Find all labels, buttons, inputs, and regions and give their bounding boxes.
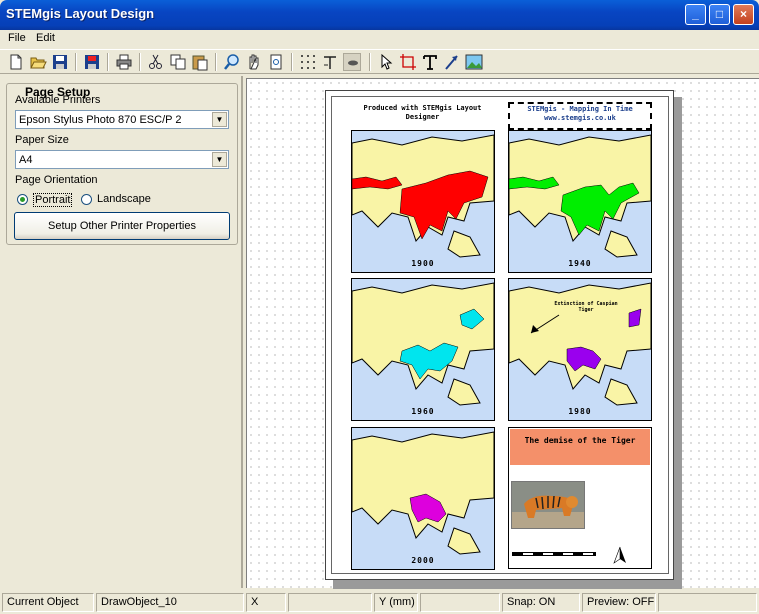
left-panel: Page Setup Available Printers Epson Styl… xyxy=(0,76,243,588)
map-year: 1900 xyxy=(411,259,435,268)
info-title[interactable]: The demise of the Tiger xyxy=(510,429,650,465)
map-annotation[interactable]: Extinction of Caspian Tiger xyxy=(551,301,621,313)
orientation-label: Page Orientation xyxy=(15,174,98,186)
status-bar: Current Object DrawObject_10 X (mm) Y (m… xyxy=(0,591,759,614)
preview-icon[interactable] xyxy=(343,53,361,71)
preview-status: Preview: OFF xyxy=(582,593,656,612)
grid-icon[interactable] xyxy=(299,53,317,71)
menu-edit[interactable]: Edit xyxy=(36,32,55,44)
map-year: 1980 xyxy=(568,407,592,416)
maximize-icon[interactable]: □ xyxy=(709,4,730,25)
asia-map-icon xyxy=(352,282,494,406)
pan-icon[interactable] xyxy=(245,53,263,71)
copy-icon[interactable] xyxy=(169,53,187,71)
paper-size-label: Paper Size xyxy=(15,134,69,146)
current-object-value: DrawObject_10 xyxy=(96,593,244,612)
printer-select[interactable]: Epson Stylus Photo 870 ESC/P 2 ▼ xyxy=(15,110,229,129)
current-object-label: Current Object xyxy=(2,593,94,612)
chevron-down-icon[interactable]: ▼ xyxy=(212,112,227,127)
map-year: 1940 xyxy=(568,259,592,268)
menu-bar: File Edit xyxy=(0,30,759,48)
zoom-icon[interactable] xyxy=(223,53,241,71)
y-value xyxy=(420,593,500,612)
select-icon[interactable] xyxy=(377,53,395,71)
portrait-label[interactable]: Portrait xyxy=(33,193,73,207)
scale-bar[interactable] xyxy=(512,552,596,556)
map-year: 1960 xyxy=(411,407,435,416)
map-panel[interactable]: 2000 xyxy=(351,427,495,570)
map-panel[interactable]: 1940 xyxy=(508,130,652,273)
map-panel[interactable]: 1960 xyxy=(351,278,495,421)
portrait-radio[interactable] xyxy=(17,194,28,205)
asia-map-icon xyxy=(509,134,651,258)
x-label: X (mm) xyxy=(246,593,286,614)
tiger-photo[interactable] xyxy=(511,481,585,529)
asia-map-icon xyxy=(352,134,494,258)
printers-label: Available Printers xyxy=(15,94,101,106)
image-icon[interactable] xyxy=(465,53,483,71)
print-icon[interactable] xyxy=(115,53,133,71)
map-year: 2000 xyxy=(411,556,435,565)
chevron-down-icon[interactable]: ▼ xyxy=(212,152,227,167)
arrow-icon[interactable] xyxy=(443,53,461,71)
menu-file[interactable]: File xyxy=(8,32,26,44)
window-title: STEMgis Layout Design xyxy=(6,6,155,21)
close-icon[interactable]: × xyxy=(733,4,754,25)
north-arrow-icon[interactable] xyxy=(613,546,627,564)
setup-printer-button[interactable]: Setup Other Printer Properties xyxy=(14,212,230,240)
asia-map-icon xyxy=(352,431,494,555)
save-icon[interactable] xyxy=(51,53,69,71)
snap-status: Snap: ON xyxy=(502,593,580,612)
map-panel[interactable]: Extinction of Caspian Tiger 1980 xyxy=(508,278,652,421)
status-extra xyxy=(658,593,757,612)
new-icon[interactable] xyxy=(7,53,25,71)
text-icon[interactable] xyxy=(421,53,439,71)
header-left-text[interactable]: Produced with STEMgis Layout Designer xyxy=(352,104,493,122)
map-panel[interactable]: 1900 xyxy=(351,130,495,273)
header-right-title[interactable]: STEMgis - Mapping In Time xyxy=(510,105,650,114)
minimize-icon[interactable]: _ xyxy=(685,4,706,25)
x-value xyxy=(288,593,372,612)
cut-icon[interactable] xyxy=(147,53,165,71)
landscape-radio[interactable] xyxy=(81,194,92,205)
landscape-label[interactable]: Landscape xyxy=(97,193,151,205)
save-as-icon[interactable] xyxy=(83,53,101,71)
zoom-page-icon[interactable] xyxy=(267,53,285,71)
paste-icon[interactable] xyxy=(191,53,209,71)
open-icon[interactable] xyxy=(29,53,47,71)
info-panel[interactable]: The demise of the Tiger xyxy=(508,427,652,569)
crop-icon[interactable] xyxy=(399,53,417,71)
tiger-image-icon xyxy=(512,482,584,528)
y-label: Y (mm) xyxy=(374,593,418,612)
snap-icon[interactable] xyxy=(321,53,339,71)
header-right-url[interactable]: www.stemgis.co.uk xyxy=(510,114,650,123)
paper-size-select[interactable]: A4 ▼ xyxy=(15,150,229,169)
toolbar xyxy=(0,49,759,74)
title-bar: STEMgis Layout Design _ □ × xyxy=(0,0,759,30)
